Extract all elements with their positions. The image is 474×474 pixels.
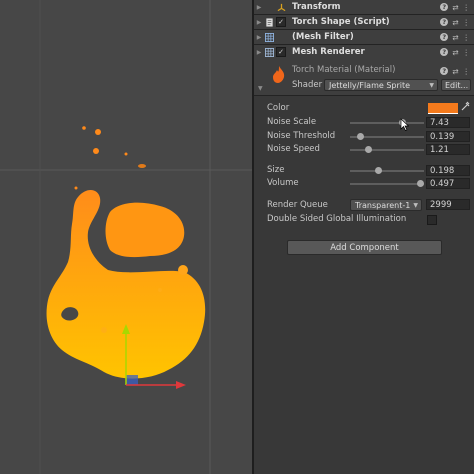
shader-dropdown[interactable]: Jettelly/Flame Sprite ▼ xyxy=(324,79,438,91)
foldout-arrow-icon[interactable]: ▶ xyxy=(254,34,264,41)
help-icon[interactable]: ? xyxy=(440,48,449,56)
mesh-filter-icon xyxy=(265,32,274,42)
help-icon[interactable]: ? xyxy=(440,18,449,26)
help-icon[interactable]: ? xyxy=(440,3,449,11)
script-icon xyxy=(265,17,274,27)
flame-droplet xyxy=(82,126,86,130)
add-component-label: Add Component xyxy=(330,242,399,253)
help-icon[interactable]: ? xyxy=(440,67,449,75)
preset-icon[interactable]: ⇄ xyxy=(452,18,458,27)
preset-icon[interactable]: ⇄ xyxy=(452,48,458,57)
component-header-mesh-filter[interactable]: ▶ (Mesh Filter) ? ⇄ ⋮ xyxy=(254,30,474,45)
material-name: Torch Material (Material) xyxy=(292,65,396,75)
component-title: Transform xyxy=(292,2,341,12)
flame-droplet xyxy=(138,164,146,168)
context-menu-icon[interactable]: ⋮ xyxy=(463,48,471,57)
render-queue-dropdown[interactable]: Transparent-1 ▼ xyxy=(350,199,422,211)
eyedropper-icon[interactable] xyxy=(461,101,470,114)
preset-icon[interactable]: ⇄ xyxy=(452,33,458,42)
flame-droplet xyxy=(158,288,162,292)
context-menu-icon[interactable]: ⋮ xyxy=(463,18,471,27)
noise-scale-slider-track[interactable] xyxy=(350,122,424,124)
noise-speed-label: Noise Speed xyxy=(267,144,320,154)
size-field[interactable]: 0.198 xyxy=(426,165,470,176)
preset-icon[interactable]: ⇄ xyxy=(452,3,458,12)
context-menu-icon[interactable]: ⋮ xyxy=(463,67,471,76)
flame-blob-right xyxy=(105,202,185,258)
render-queue-field[interactable]: 2999 xyxy=(426,199,470,210)
render-queue-dropdown-value: Transparent-1 xyxy=(355,200,411,210)
noise-threshold-label: Noise Threshold xyxy=(267,131,336,141)
shader-label: Shader xyxy=(292,80,323,90)
noise-speed-field[interactable]: 1.21 xyxy=(426,144,470,155)
gizmo-plane-handle xyxy=(126,375,138,385)
noise-threshold-slider-knob[interactable] xyxy=(357,133,364,140)
volume-label: Volume xyxy=(267,178,299,188)
color-swatch[interactable] xyxy=(428,103,458,114)
flame-droplet xyxy=(74,186,78,190)
component-title: (Mesh Filter) xyxy=(292,32,354,42)
volume-slider-knob[interactable] xyxy=(417,180,424,187)
noise-scale-label: Noise Scale xyxy=(267,117,317,127)
component-header-transform[interactable]: ▶ Transform ? ⇄ ⋮ xyxy=(254,0,474,15)
mouse-cursor-icon xyxy=(400,118,410,134)
component-title: Torch Shape (Script) xyxy=(292,17,390,27)
scene-view[interactable] xyxy=(0,0,252,474)
component-header-mesh-renderer[interactable]: ▶ ✓ Mesh Renderer ? ⇄ ⋮ xyxy=(254,45,474,60)
mesh-renderer-icon xyxy=(265,47,274,57)
component-title: Mesh Renderer xyxy=(292,47,365,57)
flame-droplet xyxy=(93,148,99,154)
volume-slider-track[interactable] xyxy=(350,183,424,185)
chevron-down-icon: ▼ xyxy=(429,81,434,89)
context-menu-icon[interactable]: ⋮ xyxy=(463,33,471,42)
noise-threshold-field[interactable]: 0.139 xyxy=(426,131,470,142)
foldout-arrow-icon[interactable]: ▶ xyxy=(254,4,264,11)
context-menu-icon[interactable]: ⋮ xyxy=(463,3,471,12)
flame-droplet xyxy=(178,265,188,275)
foldout-arrow-icon[interactable]: ▶ xyxy=(254,19,264,26)
render-queue-label: Render Queue xyxy=(267,200,328,210)
shader-dropdown-value: Jettelly/Flame Sprite xyxy=(329,80,411,90)
noise-speed-slider-track[interactable] xyxy=(350,149,424,151)
scene-canvas[interactable] xyxy=(0,0,252,474)
component-enabled-checkbox[interactable]: ✓ xyxy=(276,17,286,27)
preset-icon[interactable]: ⇄ xyxy=(452,67,458,76)
noise-scale-field[interactable]: 7.43 xyxy=(426,117,470,128)
add-component-button[interactable]: Add Component xyxy=(287,240,442,255)
material-header[interactable]: ▼ Torch Material (Material) Shader Jette… xyxy=(254,59,474,96)
foldout-arrow-icon[interactable]: ▶ xyxy=(254,49,264,56)
inspector-panel: ▶ Transform ? ⇄ ⋮ ▶ ✓ Torch Shape (Scrip… xyxy=(254,0,474,474)
component-header-torch-shape[interactable]: ▶ ✓ Torch Shape (Script) ? ⇄ ⋮ xyxy=(254,15,474,30)
double-sided-gi-checkbox[interactable] xyxy=(427,215,437,225)
noise-speed-slider-knob[interactable] xyxy=(365,146,372,153)
transform-icon xyxy=(277,3,286,12)
flame-droplet xyxy=(124,152,128,156)
material-icon xyxy=(270,65,288,88)
help-icon[interactable]: ? xyxy=(440,33,449,41)
color-label: Color xyxy=(267,103,290,113)
flame-droplet xyxy=(95,129,101,135)
gizmo-x-arrow xyxy=(176,381,186,389)
chevron-down-icon: ▼ xyxy=(413,201,418,209)
double-sided-gi-label: Double Sided Global Illumination xyxy=(267,214,407,224)
volume-field[interactable]: 0.497 xyxy=(426,178,470,189)
material-fold-icon[interactable]: ▼ xyxy=(258,85,263,92)
size-slider-knob[interactable] xyxy=(375,167,382,174)
size-label: Size xyxy=(267,165,285,175)
edit-shader-button[interactable]: Edit... xyxy=(441,79,471,91)
edit-shader-button-label: Edit... xyxy=(445,80,469,90)
size-slider-track[interactable] xyxy=(350,170,424,172)
component-enabled-checkbox[interactable]: ✓ xyxy=(276,47,286,57)
flame-droplet xyxy=(101,327,107,333)
